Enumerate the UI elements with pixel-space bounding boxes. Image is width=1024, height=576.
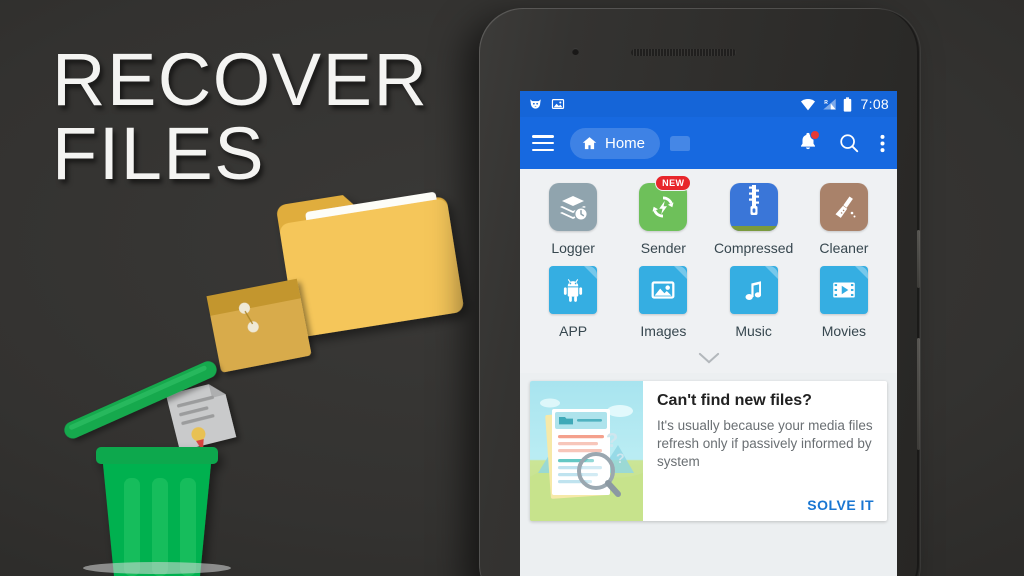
front-camera-icon [572, 48, 579, 55]
file-corner-fold-icon [674, 266, 688, 279]
expand-grid-button[interactable] [520, 343, 897, 373]
svg-text:?: ? [616, 450, 625, 466]
promo-card-description: It's usually because your media files re… [657, 418, 873, 470]
hamburger-menu-icon[interactable] [532, 135, 554, 151]
envelope-icon [206, 278, 311, 373]
poster-canvas: RECOVER FILES R 7:08 Home Logger NEW Sen… [0, 0, 1024, 576]
music-note-icon [729, 266, 778, 314]
app-shortcut-grid: Logger NEW Sender Compressed Cleaner APP… [520, 169, 897, 343]
toolbar-actions [798, 129, 885, 156]
more-vertical-icon[interactable] [880, 133, 885, 154]
fox-notification-icon [530, 99, 541, 109]
battery-icon [843, 96, 851, 112]
phone-device: R 7:08 Home Logger NEW Sender Compressed… [479, 8, 921, 576]
app-shortcut-label: Compressed [713, 240, 794, 256]
document-search-illustration: ? ? [530, 381, 643, 521]
chevron-down-icon [698, 352, 719, 364]
sync-bolt-icon: NEW [639, 175, 692, 231]
status-bar-notifications [528, 97, 565, 111]
app-shortcut-images[interactable]: Images [618, 266, 708, 339]
layers-clock-icon [549, 183, 598, 231]
app-shortcut-label: APP [559, 323, 588, 339]
svg-text:R: R [824, 100, 828, 106]
app-shortcut-label: Movies [821, 323, 867, 339]
home-icon [582, 136, 597, 149]
app-shortcut-cleaner[interactable]: Cleaner [799, 183, 889, 256]
breadcrumb-home-label: Home [605, 134, 646, 152]
file-corner-fold-icon [584, 266, 598, 279]
image-notification-icon [551, 99, 565, 109]
status-bar-time: 7:08 [860, 96, 889, 112]
movie-icon [819, 266, 868, 314]
app-shortcut-app[interactable]: APP [528, 266, 618, 339]
promo-card-body: Can't find new files? It's usually becau… [643, 381, 887, 521]
status-bar: R 7:08 [520, 91, 897, 117]
app-shortcut-label: Images [640, 323, 687, 339]
app-shortcut-label: Sender [640, 240, 686, 256]
notifications-button[interactable] [798, 129, 820, 156]
promo-card[interactable]: ? ? Can't find new files? It's usually b… [530, 381, 887, 521]
app-toolbar: Home [520, 117, 897, 169]
promo-card-title: Can't find new files? [657, 392, 812, 409]
trash-bin-icon [96, 447, 218, 576]
breadcrumb-tab-stub[interactable] [670, 135, 691, 151]
svg-text:?: ? [606, 430, 618, 452]
power-button[interactable] [917, 338, 920, 450]
search-icon[interactable] [838, 132, 860, 154]
file-corner-fold-icon [854, 266, 868, 279]
app-shortcut-label: Logger [551, 240, 595, 256]
wifi-icon [800, 98, 815, 110]
notification-badge-dot [810, 129, 820, 140]
app-shortcut-label: Cleaner [819, 240, 869, 256]
android-icon [549, 266, 598, 314]
phone-screen: R 7:08 Home Logger NEW Sender Compressed… [520, 91, 897, 576]
app-shortcut-logger[interactable]: Logger [528, 183, 618, 256]
solve-it-button[interactable]: SOLVE IT [657, 497, 874, 513]
recovery-illustration [64, 192, 464, 576]
promo-card-container: ? ? Can't find new files? It's usually b… [520, 373, 897, 531]
broom-icon [819, 183, 868, 231]
folder-icon [277, 192, 464, 337]
breadcrumb-home-chip[interactable]: Home [570, 127, 661, 159]
earpiece-speaker-icon [631, 49, 736, 56]
trash-ground-shadow [83, 562, 231, 574]
new-badge: NEW [655, 175, 692, 191]
volume-rocker-button[interactable] [917, 230, 920, 288]
photo-icon [639, 266, 688, 314]
status-bar-system-icons: R 7:08 [800, 96, 889, 112]
app-shortcut-label: Music [735, 323, 772, 339]
zipper-icon [729, 183, 778, 231]
signal-icon: R [822, 98, 836, 109]
file-corner-fold-icon [764, 266, 778, 279]
app-shortcut-movies[interactable]: Movies [799, 266, 889, 339]
app-shortcut-sender[interactable]: NEW Sender [618, 175, 708, 256]
app-shortcut-compressed[interactable]: Compressed [709, 183, 799, 256]
app-shortcut-music[interactable]: Music [709, 266, 799, 339]
